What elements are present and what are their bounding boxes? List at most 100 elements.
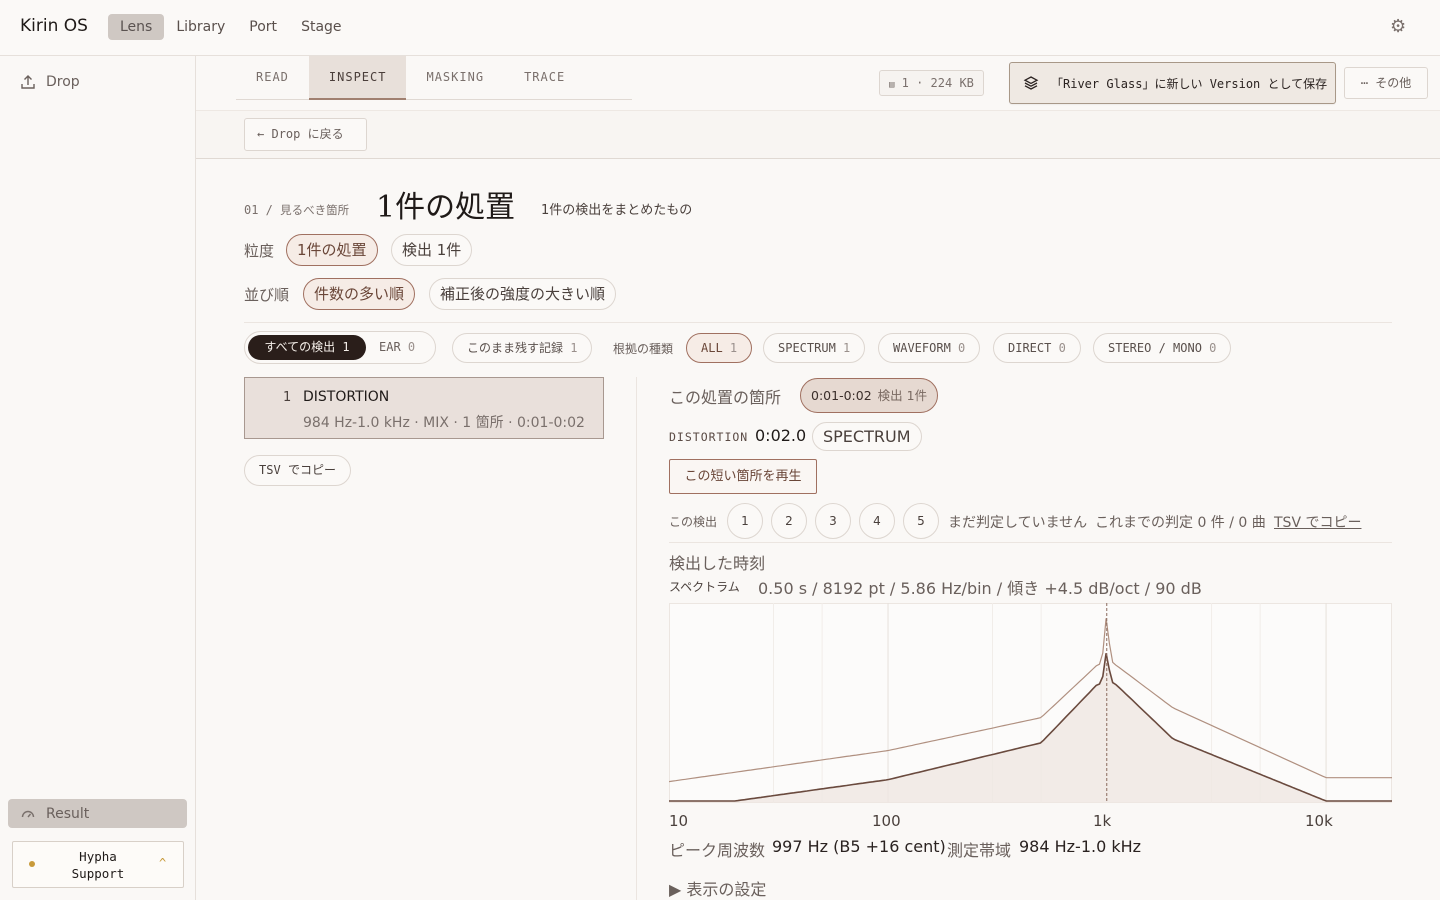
- file-badge: ▤ 1 · 224 KB: [879, 70, 984, 96]
- sidebar-item-label: Result: [46, 805, 90, 822]
- support-line-2: Support: [71, 866, 125, 881]
- filter-all-detections[interactable]: すべての検出 1: [248, 335, 366, 360]
- filter-label: EAR: [379, 340, 401, 354]
- x-tick-10k: 10k: [1305, 812, 1333, 830]
- filter-count: 1: [843, 341, 851, 355]
- tsv-copy-button[interactable]: TSV でコピー: [244, 455, 351, 486]
- item-title: DISTORTION: [303, 389, 390, 405]
- arrow-left-icon: ←: [257, 127, 265, 141]
- evidence-direct[interactable]: DIRECT 0: [993, 333, 1081, 363]
- breadcrumb: 01 / 見るべき箇所: [244, 202, 349, 218]
- filter-label: WAVEFORM: [893, 341, 951, 355]
- support-button[interactable]: Hypha Support ^: [12, 841, 184, 888]
- evidence-all[interactable]: ALL 1: [686, 333, 753, 363]
- file-info: 1 · 224 KB: [901, 76, 974, 90]
- sort-option-count[interactable]: 件数の多い順: [303, 278, 416, 310]
- chevron-up-icon: ^: [159, 856, 167, 870]
- tab-masking[interactable]: MASKING: [406, 56, 504, 100]
- range-sub: 検出 1件: [877, 388, 928, 403]
- tab-inspect[interactable]: INSPECT: [308, 56, 407, 100]
- sidebar: Drop Result Hypha Support ^: [0, 56, 196, 900]
- filter-count: 1: [342, 340, 350, 354]
- brand-name: Kirin OS: [20, 16, 88, 36]
- evidence-stereo-mono[interactable]: STEREO / MONO 0: [1093, 333, 1232, 363]
- filter-count: 0: [958, 341, 966, 355]
- item-number: 1: [283, 390, 292, 405]
- back-label: Drop に戻る: [271, 127, 344, 141]
- detection-time: 0:02.0: [755, 426, 807, 445]
- filter-count: 0: [1058, 341, 1066, 355]
- list-item[interactable]: 1 DISTORTION 984 Hz-1.0 kHz · MIX · 1 箇所…: [244, 377, 604, 439]
- filter-label: すべての検出: [264, 340, 336, 354]
- band-value: 984 Hz-1.0 kHz: [1019, 837, 1142, 856]
- spectrum-params: 0.50 s / 8192 pt / 5.86 Hz/bin / 傾き +4.5…: [758, 579, 1202, 598]
- rating-5-button[interactable]: 5: [903, 503, 939, 539]
- granularity-option-detection[interactable]: 検出 1件: [391, 234, 473, 266]
- main-nav: Lens Library Port Stage: [108, 14, 354, 40]
- play-segment-button[interactable]: この短い箇所を再生: [669, 459, 817, 494]
- spectrum-label: スペクトラム: [669, 580, 740, 594]
- rating-3-button[interactable]: 3: [815, 503, 851, 539]
- rating-label: この検出: [669, 515, 718, 529]
- nav-stage[interactable]: Stage: [289, 14, 353, 40]
- detection-filter-segment: すべての検出 1 EAR 0: [244, 331, 436, 364]
- back-button[interactable]: ← Drop に戻る: [244, 118, 367, 151]
- detection-time-title: 検出した時刻: [669, 554, 766, 573]
- item-meta: 984 Hz-1.0 kHz · MIX · 1 箇所 · 0:01-0:02: [303, 415, 585, 431]
- filter-ear[interactable]: EAR 0: [379, 335, 415, 360]
- rating-4-button[interactable]: 4: [859, 503, 895, 539]
- nav-lens[interactable]: Lens: [108, 14, 165, 40]
- ellipsis-icon: ⋯: [1360, 76, 1368, 90]
- filter-keep-records[interactable]: このまま残す記録 1: [452, 333, 593, 363]
- sidebar-item-result[interactable]: Result: [8, 799, 187, 828]
- divider: [244, 322, 1392, 323]
- peak-frequency-label: ピーク周波数: [669, 841, 766, 860]
- filter-count: 1: [729, 341, 738, 355]
- filter-label: STEREO / MONO: [1108, 341, 1202, 355]
- filter-count: 0: [1209, 341, 1217, 355]
- granularity-label: 粒度: [244, 242, 275, 260]
- nav-library[interactable]: Library: [164, 14, 237, 40]
- back-band: [196, 110, 1440, 159]
- filter-label: DIRECT: [1008, 341, 1052, 355]
- gauge-icon: [21, 810, 35, 817]
- page-title: 1件の処置: [376, 190, 516, 225]
- file-icon: ▤: [889, 80, 895, 90]
- filter-label: このまま残す記録: [467, 341, 564, 355]
- filter-count: 1: [570, 341, 578, 355]
- evidence-label: 根拠の種類: [613, 342, 674, 356]
- sidebar-item-label: Drop: [46, 74, 80, 90]
- crumb-number: 01 /: [244, 203, 273, 217]
- sort-option-intensity[interactable]: 補正後の強度の大きい順: [429, 278, 617, 310]
- gear-icon[interactable]: ⚙: [1390, 16, 1406, 37]
- evidence-waveform[interactable]: WAVEFORM 0: [878, 333, 981, 363]
- rating-2-button[interactable]: 2: [771, 503, 807, 539]
- x-tick-1k: 1k: [1093, 812, 1112, 830]
- support-label: Hypha Support: [59, 848, 137, 882]
- divider: [669, 542, 1392, 543]
- top-bar: Kirin OS Lens Library Port Stage ⚙: [0, 0, 1440, 56]
- upload-icon: [21, 75, 35, 89]
- peak-frequency-value: 997 Hz (B5 +16 cent): [772, 837, 946, 856]
- save-version-button[interactable]: 「River Glass」に新しい Version として保存: [1009, 62, 1336, 104]
- rating-tsv-link[interactable]: TSV でコピー: [1274, 512, 1361, 532]
- evidence-spectrum[interactable]: SPECTRUM 1: [763, 333, 866, 363]
- status-dot-icon: [29, 861, 35, 867]
- range-pill[interactable]: 0:01-0:02 検出 1件: [800, 378, 939, 413]
- sidebar-item-drop[interactable]: Drop: [20, 74, 80, 90]
- tab-trace[interactable]: TRACE: [504, 56, 585, 100]
- granularity-option-treatment[interactable]: 1件の処置: [286, 234, 378, 266]
- support-line-1: Hypha: [79, 849, 117, 864]
- rating-1-button[interactable]: 1: [727, 503, 763, 539]
- sort-label: 並び順: [244, 286, 290, 304]
- display-settings-toggle[interactable]: ▶ 表示の設定: [669, 876, 766, 900]
- page-subtitle: 1件の検出をまとめたもの: [541, 203, 693, 218]
- section-label: この処置の箇所: [669, 388, 782, 407]
- range-text: 0:01-0:02: [811, 388, 872, 403]
- more-button[interactable]: ⋯ その他: [1344, 67, 1428, 99]
- filter-label: SPECTRUM: [778, 341, 836, 355]
- crumb-text: 見るべき箇所: [280, 203, 350, 217]
- evidence-badge: SPECTRUM: [812, 422, 922, 451]
- tab-read[interactable]: READ: [236, 56, 309, 100]
- nav-port[interactable]: Port: [237, 14, 289, 40]
